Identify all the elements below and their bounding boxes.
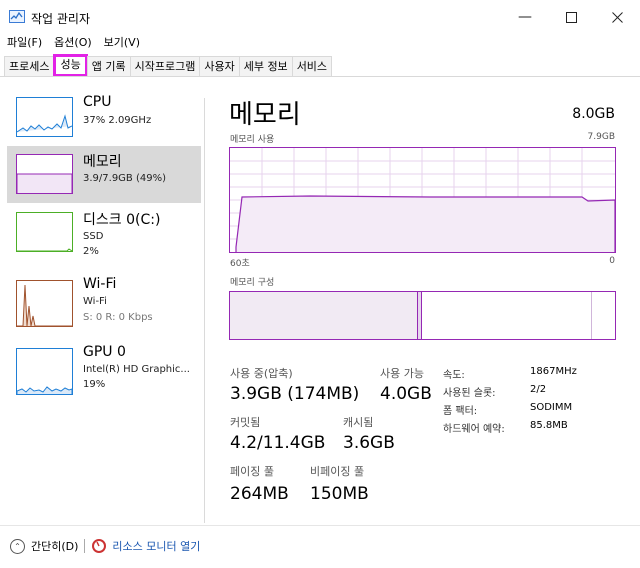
resource-title: 메모리 (229, 100, 301, 130)
graph-time-start: 60초 (230, 259, 250, 269)
sidebar-wifi-adapter: Wi-Fi (83, 296, 107, 307)
pane-divider (204, 98, 205, 523)
composition-standby (422, 292, 592, 339)
in-use-label: 사용 중(압축) (230, 367, 293, 380)
footer-separator (84, 539, 86, 553)
slots-label: 사용된 슬롯: (443, 388, 496, 399)
task-manager-icon (9, 10, 25, 23)
speed-label: 속도: (443, 370, 465, 381)
cached-label: 캐시됨 (343, 416, 374, 429)
sidebar-gpu-usage: 19% (83, 379, 106, 390)
sidebar-disk-name: 디스크 0(C:) (83, 212, 161, 228)
sidebar-wifi-name: Wi-Fi (83, 276, 117, 292)
menu-view[interactable]: 보기(V) (97, 34, 145, 54)
committed-label: 커밋됨 (230, 416, 261, 429)
minimize-button[interactable]: — (502, 0, 548, 34)
form-factor-value: SODIMM (530, 402, 573, 413)
sidebar-memory-name: 메모리 (83, 154, 122, 170)
hardware-reserved-label: 하드웨어 예약: (443, 424, 505, 435)
composition-free (592, 292, 615, 339)
sidebar-item-disk[interactable]: 디스크 0(C:) SSD 2% (7, 208, 201, 265)
tab-performance[interactable]: 성능 (53, 54, 88, 77)
composition-in-use (230, 292, 418, 339)
maximize-button[interactable] (548, 0, 594, 34)
tab-startup[interactable]: 시작프로그램 (129, 56, 201, 77)
cached-value: 3.6GB (343, 433, 395, 453)
wifi-thumbnail-graph (16, 280, 73, 327)
tab-strip: 프로세스 성능 앱 기록 시작프로그램 사용자 세부 정보 서비스 (4, 54, 333, 77)
maximize-icon (565, 11, 577, 23)
footer-bar: ⌃ 간단히(D) 리소스 모니터 열기 (10, 538, 200, 554)
sidebar-item-gpu[interactable]: GPU 0 Intel(R) HD Graphic... 19% (7, 344, 201, 401)
menu-bar: 파일(F) 옵션(O) 보기(V) (0, 34, 145, 54)
close-button[interactable] (594, 0, 640, 34)
sidebar-item-wifi[interactable]: Wi-Fi Wi-Fi S: 0 R: 0 Kbps (7, 276, 201, 333)
sidebar-item-memory[interactable]: 메모리 3.9/7.9GB (49%) (7, 146, 201, 203)
sidebar-disk-usage: 2% (83, 246, 99, 257)
form-factor-label: 폼 팩터: (443, 406, 478, 417)
tab-app-history[interactable]: 앱 기록 (86, 56, 131, 77)
tab-details[interactable]: 세부 정보 (238, 56, 293, 77)
tab-services[interactable]: 서비스 (291, 56, 333, 77)
sidebar-wifi-throughput: S: 0 R: 0 Kbps (83, 312, 153, 323)
open-resource-monitor-link[interactable]: 리소스 모니터 열기 (112, 538, 200, 554)
available-label: 사용 가능 (380, 367, 424, 380)
available-value: 4.0GB (380, 384, 432, 404)
footer-divider (0, 525, 640, 526)
tab-divider (0, 76, 640, 77)
paged-pool-value: 264MB (230, 484, 289, 504)
nonpaged-pool-label: 비페이징 풀 (310, 465, 365, 478)
memory-composition-label: 메모리 구성 (230, 278, 275, 288)
sidebar-cpu-name: CPU (83, 94, 112, 110)
minimize-icon: — (518, 9, 532, 25)
chevron-up-icon[interactable]: ⌃ (10, 538, 25, 554)
title-bar: 작업 관리자 — (0, 0, 640, 34)
committed-value: 4.2/11.4GB (230, 433, 326, 453)
sidebar-cpu-usage: 37% 2.09GHz (83, 115, 152, 126)
resource-monitor-icon (92, 539, 107, 553)
disk-thumbnail-graph (16, 212, 73, 252)
memory-usage-max: 7.9GB (587, 132, 615, 142)
paged-pool-label: 페이징 풀 (230, 465, 274, 478)
sidebar-disk-type: SSD (83, 231, 104, 242)
hardware-reserved-value: 85.8MB (530, 420, 568, 431)
sidebar-memory-usage: 3.9/7.9GB (49%) (83, 173, 166, 184)
tab-processes[interactable]: 프로세스 (4, 56, 55, 77)
total-capacity: 8.0GB (572, 106, 615, 122)
gpu-thumbnail-graph (16, 348, 73, 395)
window-title: 작업 관리자 (31, 12, 91, 26)
speed-value: 1867MHz (530, 366, 577, 377)
in-use-value: 3.9GB (174MB) (230, 384, 360, 404)
menu-options[interactable]: 옵션(O) (47, 34, 96, 54)
fewer-details-link[interactable]: 간단히(D) (31, 538, 78, 554)
sidebar-gpu-name: GPU 0 (83, 344, 126, 360)
sidebar-item-cpu[interactable]: CPU 37% 2.09GHz (7, 93, 201, 150)
menu-file[interactable]: 파일(F) (0, 34, 47, 54)
tab-users[interactable]: 사용자 (199, 56, 240, 77)
memory-usage-label: 메모리 사용 (230, 135, 275, 145)
memory-thumbnail-graph (16, 154, 73, 194)
close-icon (611, 11, 623, 23)
memory-usage-graph (229, 147, 616, 253)
nonpaged-pool-value: 150MB (310, 484, 369, 504)
sidebar-gpu-model: Intel(R) HD Graphic... (83, 364, 190, 375)
slots-value: 2/2 (530, 384, 547, 395)
memory-composition-bar (229, 291, 616, 340)
cpu-thumbnail-graph (16, 97, 73, 137)
graph-time-end: 0 (609, 256, 615, 266)
